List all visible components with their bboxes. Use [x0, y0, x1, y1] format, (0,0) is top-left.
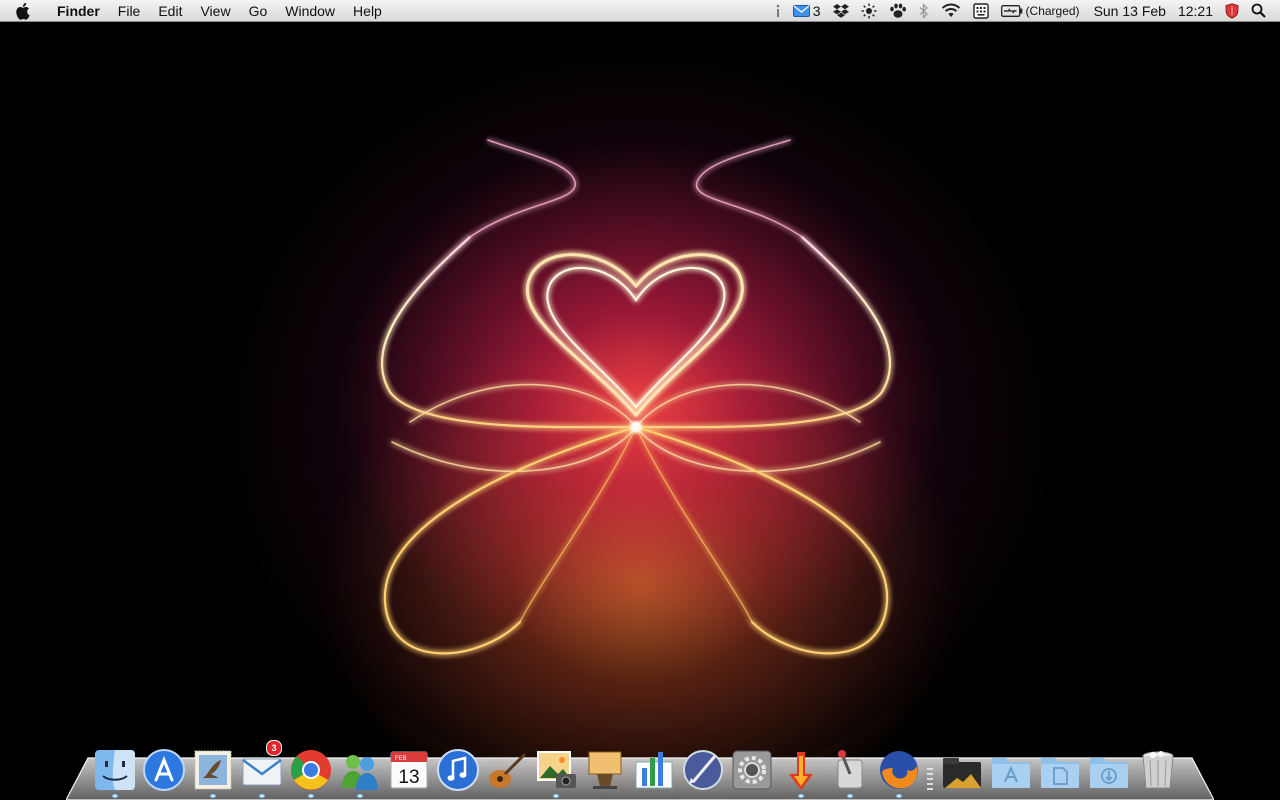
running-indicator: [552, 794, 559, 798]
dock-folder-documents[interactable]: [1035, 740, 1084, 792]
finder-icon: [94, 750, 135, 790]
dock-mail[interactable]: 3: [237, 740, 286, 798]
dock-system-preferences[interactable]: [727, 740, 776, 792]
dock-garageband[interactable]: [482, 740, 531, 792]
running-indicator: [797, 794, 804, 798]
dock-app-store[interactable]: [139, 740, 188, 792]
dock-folder-downloads[interactable]: [1084, 740, 1133, 792]
itunes-icon: [436, 749, 479, 791]
firefox-icon: [879, 751, 918, 789]
dock-mail-stamp-app[interactable]: [188, 740, 237, 798]
menu-edit[interactable]: Edit: [149, 0, 191, 21]
keynote-podium-icon: [588, 751, 621, 789]
menu-file[interactable]: File: [109, 0, 150, 21]
documents-folder-icon: [1040, 758, 1079, 788]
dock-separator: [923, 748, 937, 792]
menu-window[interactable]: Window: [276, 0, 344, 21]
desktop-wallpaper: [0, 22, 1280, 800]
running-indicator: [356, 794, 363, 798]
postage-stamp-eagle-icon: [194, 750, 231, 790]
dock-ical[interactable]: FEB 13: [384, 740, 433, 792]
mail-icon: [792, 4, 810, 17]
dock-trash[interactable]: [1133, 740, 1182, 792]
downloads-folder-icon: [1089, 758, 1128, 788]
iphoto-icon: [536, 751, 576, 788]
calendar-month: FEB: [395, 756, 407, 762]
bluetooth-icon[interactable]: [913, 0, 935, 21]
dock-stack-downloads[interactable]: [937, 740, 986, 792]
menu-view[interactable]: View: [191, 0, 239, 21]
calendar-day: 13: [398, 767, 419, 788]
numbers-chart-icon: [635, 752, 672, 789]
dock-chrome[interactable]: [286, 740, 335, 798]
applications-folder-icon: [991, 758, 1030, 788]
dock-pacifist[interactable]: [825, 740, 874, 798]
dock-folder-applications[interactable]: [986, 740, 1035, 792]
dock-itunes[interactable]: [433, 740, 482, 792]
apple-menu-icon[interactable]: [0, 0, 48, 21]
brightness-icon[interactable]: [855, 0, 883, 21]
app-store-icon: [142, 749, 185, 791]
glowing-heart-artwork: [240, 32, 1040, 792]
dock-script-editor[interactable]: [678, 740, 727, 792]
menu-app-finder[interactable]: Finder: [48, 0, 109, 21]
menu-bar: Finder File Edit View Go Window Help 3 (…: [0, 0, 1280, 22]
dock-messenger[interactable]: [335, 740, 384, 798]
system-preferences-gear-icon: [732, 750, 771, 790]
wifi-icon[interactable]: [935, 0, 967, 21]
dock-transmit[interactable]: [776, 740, 825, 798]
clock-time[interactable]: 12:21: [1172, 0, 1219, 21]
running-indicator: [258, 794, 265, 798]
battery-charged-icon: [1000, 4, 1023, 17]
clock-date[interactable]: Sun 13 Feb: [1086, 0, 1172, 21]
chrome-icon: [290, 750, 331, 790]
flame-arrow-icon: [788, 752, 813, 790]
script-editor-icon: [682, 750, 723, 790]
switch-lever-icon: [837, 750, 862, 789]
menu-help[interactable]: Help: [344, 0, 391, 21]
messenger-buddies-icon: [341, 755, 378, 790]
spotlight-search-icon[interactable]: [1245, 0, 1280, 21]
running-indicator: [895, 794, 902, 798]
mail-unread-badge: 3: [266, 740, 282, 756]
battery-text: (Charged): [1025, 3, 1080, 18]
dock-firefox[interactable]: [874, 740, 923, 798]
spotlight-info-icon[interactable]: [769, 0, 787, 21]
calendar-icon: FEB 13: [390, 751, 427, 789]
running-indicator: [209, 794, 216, 798]
dock-finder[interactable]: [90, 740, 139, 798]
dock: 3 FEB 13: [90, 736, 1182, 798]
trash-icon: [1142, 751, 1173, 789]
stack-folder-icon: [942, 758, 981, 788]
running-indicator: [111, 794, 118, 798]
running-indicator: [307, 794, 314, 798]
battery-status[interactable]: (Charged): [995, 0, 1086, 21]
dropbox-icon[interactable]: [827, 0, 855, 21]
security-shield-icon[interactable]: [1219, 0, 1245, 21]
keyboard-viewer-icon[interactable]: [967, 0, 995, 21]
mail-unread-count: 3: [812, 2, 821, 19]
running-indicator: [846, 794, 853, 798]
growl-paw-icon[interactable]: [883, 0, 913, 21]
dock-numbers[interactable]: [629, 740, 678, 792]
dock-keynote[interactable]: [580, 740, 629, 792]
menu-go[interactable]: Go: [240, 0, 277, 21]
dock-iphoto[interactable]: [531, 740, 580, 798]
guitar-icon: [488, 752, 526, 788]
mail-status[interactable]: 3: [787, 0, 827, 21]
